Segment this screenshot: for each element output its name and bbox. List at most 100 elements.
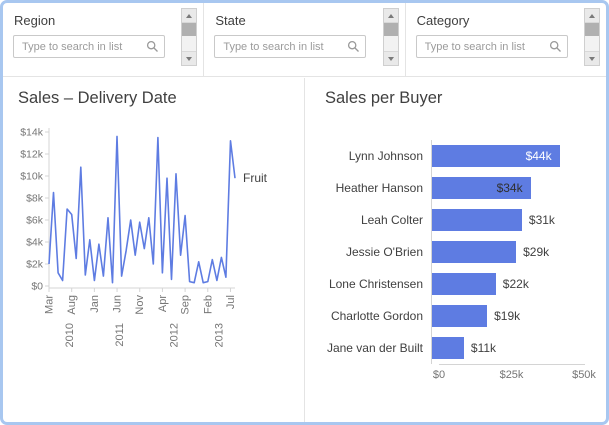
bar-category-label[interactable]: Heather Hanson bbox=[313, 181, 431, 195]
bar-row: Lynn Johnson $44k bbox=[313, 140, 576, 172]
bar[interactable] bbox=[432, 273, 496, 295]
bar-track: $11k bbox=[431, 332, 576, 364]
filter-scrollbar[interactable] bbox=[383, 8, 399, 66]
scroll-up-button[interactable] bbox=[182, 9, 196, 23]
scroll-up-button[interactable] bbox=[585, 9, 599, 23]
y-tick-label: $10k bbox=[20, 171, 44, 183]
bar-row: Leah Colter $31k bbox=[313, 204, 576, 236]
x-month-label: Feb bbox=[202, 295, 214, 314]
bar-row: Jane van der Built $11k bbox=[313, 332, 576, 364]
y-tick-label: $12k bbox=[20, 149, 44, 161]
bar-category-label[interactable]: Jane van der Built bbox=[313, 341, 431, 355]
arrow-up-icon bbox=[589, 14, 595, 18]
bar-category-label[interactable]: Leah Colter bbox=[313, 213, 431, 227]
bar[interactable] bbox=[432, 209, 522, 231]
legend-label: Fruit bbox=[243, 171, 268, 185]
filter-search-input[interactable] bbox=[416, 35, 568, 58]
bar[interactable] bbox=[432, 241, 516, 263]
scrollbar-thumb[interactable] bbox=[384, 23, 398, 36]
y-tick-label: $0 bbox=[31, 281, 43, 293]
bar-value-label: $31k bbox=[529, 213, 555, 227]
filter-search bbox=[13, 35, 165, 58]
bar-track: $22k bbox=[431, 268, 576, 300]
bar-value-label: $11k bbox=[471, 341, 496, 355]
filter-panel-state: State bbox=[204, 3, 405, 76]
y-tick-label: $4k bbox=[26, 237, 44, 249]
bar-track: $31k bbox=[431, 204, 576, 236]
scroll-down-button[interactable] bbox=[585, 51, 599, 65]
bar-row: Lone Christensen $22k bbox=[313, 268, 576, 300]
x-month-label: Apr bbox=[157, 295, 169, 312]
filter-search bbox=[416, 35, 568, 58]
filter-search bbox=[214, 35, 366, 58]
bar-row: Jessie O'Brien $29k bbox=[313, 236, 576, 268]
arrow-up-icon bbox=[186, 14, 192, 18]
bar-row: Heather Hanson $34k bbox=[313, 172, 576, 204]
x-year-label: 2013 bbox=[214, 323, 226, 347]
arrow-down-icon bbox=[186, 57, 192, 61]
dashboard-frame: Region State bbox=[0, 0, 609, 425]
arrow-down-icon bbox=[388, 57, 394, 61]
bar-category-label[interactable]: Charlotte Gordon bbox=[313, 309, 431, 323]
arrow-up-icon bbox=[388, 14, 394, 18]
x-tick-label: $50k bbox=[572, 369, 596, 381]
bar-row: Charlotte Gordon $19k bbox=[313, 300, 576, 332]
bar-value-label: $22k bbox=[503, 277, 529, 291]
x-month-label: Jun bbox=[112, 295, 124, 313]
filter-search-input[interactable] bbox=[214, 35, 366, 58]
filter-scrollbar[interactable] bbox=[181, 8, 197, 66]
filter-scrollbar[interactable] bbox=[584, 8, 600, 66]
x-tick-label: $0 bbox=[433, 369, 445, 381]
filter-title: Region bbox=[14, 13, 55, 28]
bar-value-label: $29k bbox=[523, 245, 549, 259]
scroll-up-button[interactable] bbox=[384, 9, 398, 23]
x-year-label: 2012 bbox=[168, 323, 180, 347]
y-tick-label: $2k bbox=[26, 259, 44, 271]
bar-track: $44k bbox=[431, 140, 576, 172]
filter-panel-category: Category bbox=[406, 3, 606, 76]
scroll-down-button[interactable] bbox=[182, 51, 196, 65]
bar-chart-title: Sales per Buyer bbox=[325, 89, 442, 108]
x-year-label: 2010 bbox=[64, 323, 76, 347]
line-chart[interactable]: $0 $2k $4k $6k $8k $10k $12k $14k Mar Aug Jan Jun No… bbox=[7, 118, 303, 356]
line-chart-title: Sales – Delivery Date bbox=[18, 89, 177, 108]
scroll-down-button[interactable] bbox=[384, 51, 398, 65]
search-icon bbox=[347, 40, 360, 53]
bar-track: $19k bbox=[431, 300, 576, 332]
x-tick-label: $25k bbox=[500, 369, 524, 381]
y-tick-label: $6k bbox=[26, 215, 44, 227]
x-month-label: Jan bbox=[89, 295, 101, 313]
filter-row: Region State bbox=[3, 3, 606, 77]
x-month-label: Aug bbox=[66, 295, 78, 315]
bar-track: $29k bbox=[431, 236, 576, 268]
y-tick-label: $8k bbox=[26, 193, 44, 205]
bar-category-label[interactable]: Lone Christensen bbox=[313, 277, 431, 291]
filter-title: State bbox=[215, 13, 245, 28]
bar-track: $34k bbox=[431, 172, 576, 204]
bar[interactable] bbox=[432, 337, 464, 359]
x-month-label: Jul bbox=[225, 295, 237, 309]
bar-value-label: $44k bbox=[526, 149, 552, 163]
bar-category-label[interactable]: Lynn Johnson bbox=[313, 149, 431, 163]
x-month-label: Mar bbox=[44, 295, 56, 314]
charts-row: Sales – Delivery Date $0 $2k $4k $6k $8k $10k… bbox=[3, 78, 606, 422]
bar-value-label: $19k bbox=[494, 309, 520, 323]
scrollbar-thumb[interactable] bbox=[182, 23, 196, 36]
search-icon bbox=[549, 40, 562, 53]
filter-search-input[interactable] bbox=[13, 35, 165, 58]
line-chart-panel: Sales – Delivery Date $0 $2k $4k $6k $8k $10k… bbox=[3, 78, 305, 422]
bar[interactable] bbox=[432, 305, 487, 327]
bar-chart-panel: Sales per Buyer Lynn Johnson $44k Heather … bbox=[305, 78, 606, 422]
scrollbar-thumb[interactable] bbox=[585, 23, 599, 36]
x-year-label: 2011 bbox=[114, 323, 126, 347]
sales-line[interactable] bbox=[49, 136, 235, 282]
bar-category-label[interactable]: Jessie O'Brien bbox=[313, 245, 431, 259]
x-month-label: Nov bbox=[134, 295, 146, 315]
filter-panel-region: Region bbox=[3, 3, 204, 76]
search-icon bbox=[146, 40, 159, 53]
bar-x-axis: $0$25k$50k bbox=[439, 364, 585, 384]
bar-value-label: $34k bbox=[497, 181, 523, 195]
x-month-label: Sep bbox=[180, 295, 192, 315]
y-tick-label: $14k bbox=[20, 127, 44, 139]
arrow-down-icon bbox=[589, 57, 595, 61]
